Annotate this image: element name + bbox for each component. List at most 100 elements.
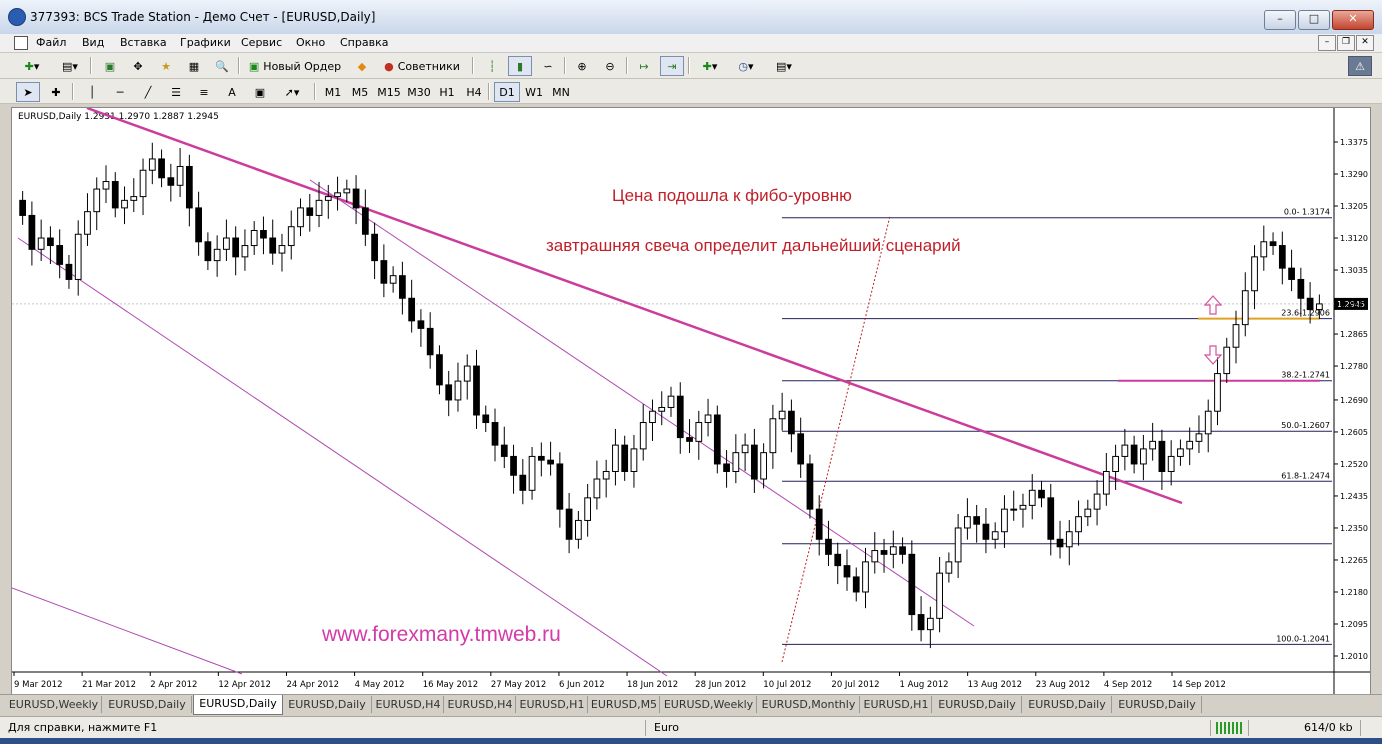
candle-body — [84, 211, 91, 235]
candle-body — [1306, 297, 1314, 311]
candle-body — [936, 572, 943, 619]
mdi-minimize-button[interactable]: – — [1318, 35, 1336, 51]
text-label-icon[interactable]: ▣ — [248, 82, 272, 102]
chart-tab[interactable]: EURUSD,H4 — [373, 696, 444, 713]
timeframe-h4-button[interactable]: H4 — [461, 82, 487, 102]
tester-icon[interactable]: 🔍 — [210, 56, 234, 76]
app-icon — [8, 8, 26, 26]
candle-body — [760, 452, 767, 480]
horizontal-line-icon[interactable]: ─ — [108, 82, 132, 102]
chart-tab[interactable]: EURUSD,Weekly — [6, 696, 102, 713]
chart-tab[interactable]: EURUSD,Daily — [103, 696, 192, 713]
menu-help[interactable]: Справка — [340, 36, 388, 49]
up-arrow-icon — [1203, 295, 1223, 315]
new-chart-icon[interactable]: ✚ ▾ — [16, 56, 48, 76]
chart-tab[interactable]: EURUSD,Daily — [933, 696, 1022, 713]
metaeditor-icon[interactable]: ◆ — [350, 56, 374, 76]
channel-bottom-line[interactable] — [12, 587, 243, 675]
y-tick-label: 1.2780 — [1340, 362, 1368, 371]
timeframe-w1-button[interactable]: W1 — [521, 82, 547, 102]
chart-tab[interactable]: EURUSD,Weekly — [661, 696, 757, 713]
crosshair-icon[interactable]: ✚ — [44, 82, 68, 102]
mdi-restore-button[interactable]: ❐ — [1337, 35, 1355, 51]
candle-body — [806, 463, 814, 510]
y-tick-label: 1.3375 — [1340, 138, 1368, 147]
chart-tab[interactable]: EURUSD,Monthly — [758, 696, 860, 713]
candle-body — [482, 414, 490, 424]
menu-file[interactable]: Файл — [36, 36, 66, 49]
help-icon[interactable]: ⚠ — [1348, 56, 1372, 76]
terminal-icon[interactable]: ▦ — [182, 56, 206, 76]
menu-window[interactable]: Окно — [296, 36, 325, 49]
periods-icon[interactable]: ◷ ▾ — [730, 56, 762, 76]
x-tick-label: 27 May 2012 — [491, 680, 546, 690]
data-window-icon[interactable]: ✥ — [126, 56, 150, 76]
candle-body — [991, 531, 999, 540]
mdi-close-button[interactable]: ✕ — [1356, 35, 1374, 51]
fib-level-label: 50.0-1.2607 — [1281, 421, 1330, 430]
fibonacci-icon[interactable]: ≡ — [192, 82, 216, 102]
menu-charts[interactable]: Графики — [180, 36, 231, 49]
candle-body — [1278, 245, 1286, 269]
maximize-button[interactable]: □ — [1298, 10, 1330, 30]
y-tick-label: 1.2865 — [1340, 330, 1368, 339]
timeframe-h1-button[interactable]: H1 — [434, 82, 460, 102]
vertical-line-icon[interactable]: │ — [80, 82, 104, 102]
experts-button[interactable]: ● Советники — [376, 56, 468, 76]
chart-window[interactable]: EURUSD,Daily 1.2931 1.2970 1.2887 1.2945… — [11, 107, 1371, 695]
cursor-icon[interactable]: ➤ — [16, 82, 40, 102]
menu-view[interactable]: Вид — [82, 36, 104, 49]
templates-icon[interactable]: ▤▾ — [766, 56, 802, 76]
line-chart-icon[interactable]: ∽ — [536, 56, 560, 76]
title-bar: 377393: BCS Trade Station - Демо Счет - … — [0, 0, 1382, 35]
channel-icon[interactable]: ☰ — [164, 82, 188, 102]
chart-tab[interactable]: EURUSD,H1 — [861, 696, 932, 713]
timeframe-m30-button[interactable]: M30 — [404, 82, 434, 102]
profiles-icon[interactable]: ▤▾ — [54, 56, 86, 76]
candle-body — [500, 444, 508, 457]
zoom-in-icon[interactable]: ⊕ — [570, 56, 594, 76]
indicators-icon[interactable]: ✚ ▾ — [694, 56, 726, 76]
document-icon[interactable] — [14, 36, 28, 50]
candle-body — [778, 410, 786, 420]
candle-body — [797, 433, 805, 465]
timeframe-mn-button[interactable]: MN — [548, 82, 574, 102]
x-tick-label: 12 Apr 2012 — [218, 680, 271, 690]
autoscroll-icon[interactable]: ↦ — [632, 56, 656, 76]
menu-insert[interactable]: Вставка — [120, 36, 167, 49]
candle-body — [130, 196, 138, 201]
candle-body — [630, 448, 638, 472]
candle-body — [982, 523, 990, 540]
y-tick-label: 1.2095 — [1340, 620, 1368, 629]
y-tick-label: 1.2180 — [1340, 588, 1368, 597]
candlestick-chart-icon[interactable]: ▮ — [508, 56, 532, 76]
price-chart[interactable]: EURUSD,Daily 1.2931 1.2970 1.2887 1.2945… — [12, 108, 1370, 694]
candle-body — [491, 422, 499, 446]
timeframe-m15-button[interactable]: M15 — [374, 82, 404, 102]
zoom-out-icon[interactable]: ⊖ — [598, 56, 622, 76]
trendline-icon[interactable]: ╱ — [136, 82, 160, 102]
candle-body — [1093, 493, 1101, 510]
chart-tab[interactable]: EURUSD,H1 — [517, 696, 588, 713]
arrows-icon[interactable]: ➚▾ — [276, 82, 308, 102]
chart-shift-icon[interactable]: ⇥ — [660, 56, 684, 76]
timeframe-m5-button[interactable]: M5 — [347, 82, 373, 102]
close-button[interactable]: ✕ — [1332, 10, 1374, 30]
navigator-icon[interactable]: ★ — [154, 56, 178, 76]
chart-tab[interactable]: EURUSD,M5 — [589, 696, 660, 713]
chart-tab[interactable]: EURUSD,Daily — [283, 696, 372, 713]
chart-tab[interactable]: EURUSD,Daily — [1113, 696, 1202, 713]
text-icon[interactable]: A — [220, 82, 244, 102]
chart-tab[interactable]: EURUSD,Daily — [193, 695, 283, 715]
chart-tab[interactable]: EURUSD,H4 — [445, 696, 516, 713]
new-order-button[interactable]: ▣ Новый Ордер — [244, 56, 346, 76]
timeframe-d1-button[interactable]: D1 — [494, 82, 520, 102]
minimize-button[interactable]: – — [1264, 10, 1296, 30]
status-profile: Euro — [654, 721, 679, 734]
menu-tools[interactable]: Сервис — [241, 36, 282, 49]
bar-chart-icon[interactable]: ┆ — [480, 56, 504, 76]
market-watch-icon[interactable]: ▣ — [98, 56, 122, 76]
chart-tab[interactable]: EURUSD,Daily — [1023, 696, 1112, 713]
main-trendline[interactable] — [86, 108, 1183, 505]
timeframe-m1-button[interactable]: M1 — [320, 82, 346, 102]
